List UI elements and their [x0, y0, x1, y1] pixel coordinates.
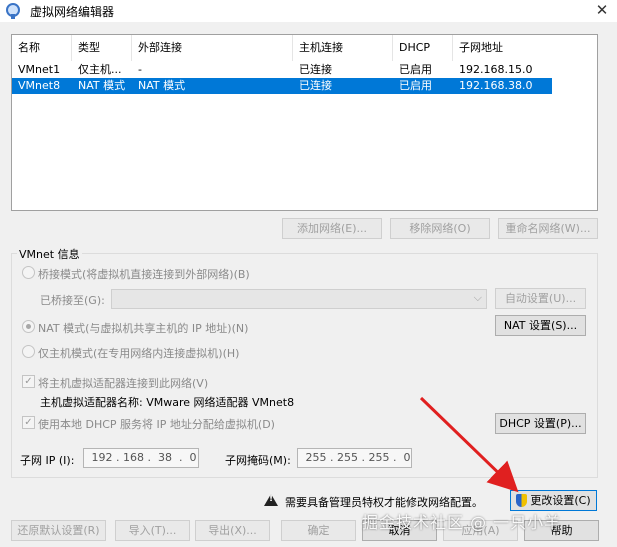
watermark-text: 掘金技术社区 @ 一只小羊 — [362, 513, 562, 532]
annotation-arrow — [419, 396, 519, 493]
